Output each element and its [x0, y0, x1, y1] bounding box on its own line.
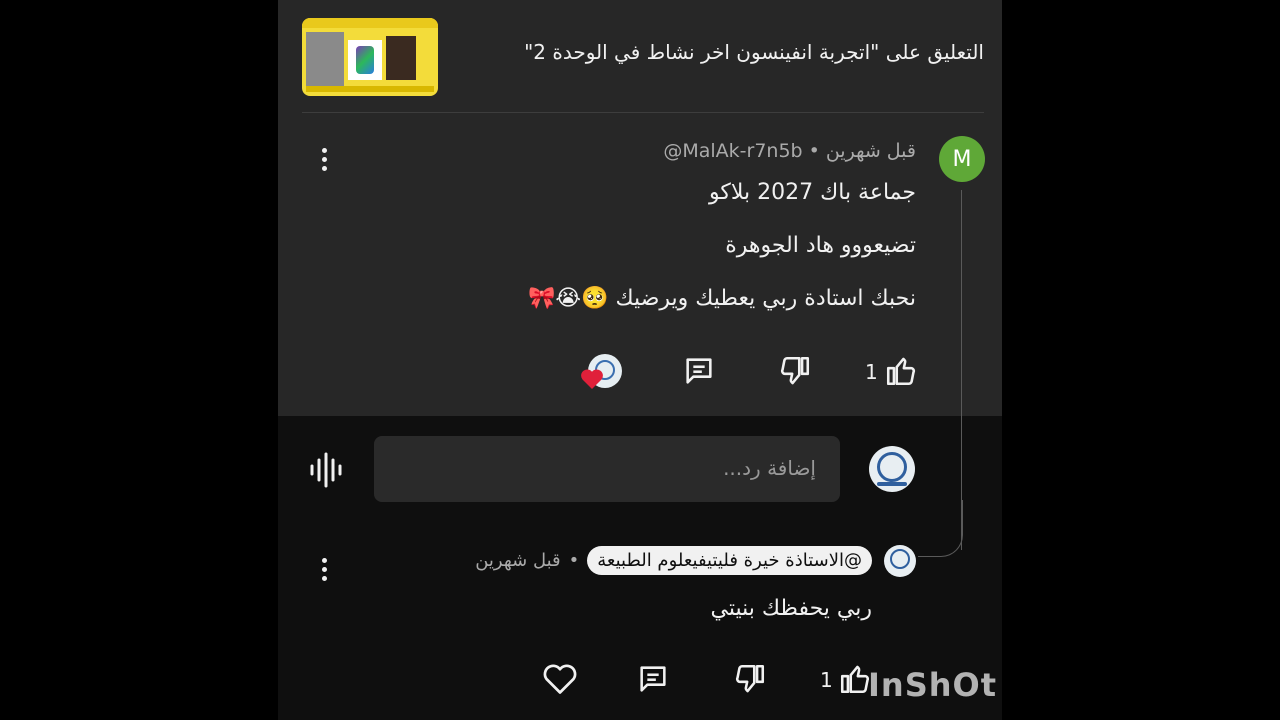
reply-input[interactable]: إضافة رد... [374, 436, 840, 502]
comment-text-line: تضيعووو هاد الجوهرة [725, 233, 916, 258]
reply-text: ربي يحفظك بنيتي [710, 596, 873, 621]
reply-like-icon[interactable] [838, 662, 872, 696]
comment-time: قبل شهرين [825, 140, 916, 162]
heart-outline-icon[interactable] [542, 662, 578, 696]
reply-placeholder: إضافة رد... [723, 456, 816, 480]
comment-meta: قبل شهرين•@MalAk-r7n5b [663, 140, 916, 162]
dislike-icon[interactable] [778, 354, 812, 388]
reply-author-avatar[interactable] [884, 545, 916, 577]
reply-reply-icon[interactable] [636, 662, 670, 696]
comment-text-line: جماعة باك 2027 بلاكو [709, 180, 916, 205]
comments-panel: التعليق على "اتجربة انفينسون اخر نشاط في… [278, 0, 1002, 720]
comment-more-options-icon[interactable] [312, 144, 336, 174]
comment-author-handle[interactable]: @MalAk-r7n5b [663, 140, 802, 162]
like-icon[interactable] [884, 354, 918, 388]
avatar-letter: M [952, 146, 972, 172]
reply-like-count: 1 [820, 668, 833, 692]
thread-connector [918, 500, 963, 557]
comments-header: التعليق على "اتجربة انفينسون اخر نشاط في… [278, 0, 1002, 112]
video-thumbnail[interactable] [302, 18, 438, 96]
reply-dislike-icon[interactable] [733, 662, 767, 696]
avatar[interactable]: M [939, 136, 985, 182]
comment-text-line: نحبك استادة ربي يعطيك ويرضيك 🥺😭🎀 [528, 286, 916, 311]
thread-line [961, 190, 962, 550]
reply-meta: @الاستاذة خيرة فليتيفيعلوم الطبيعة • قبل… [475, 546, 872, 575]
header-title: التعليق على "اتجربة انفينسون اخر نشاط في… [524, 40, 984, 64]
reply-author-handle[interactable]: @الاستاذة خيرة فليتيفيعلوم الطبيعة [587, 546, 872, 575]
voice-input-icon[interactable] [306, 450, 346, 490]
like-count: 1 [865, 360, 878, 384]
header-divider [302, 112, 984, 113]
inshot-watermark: InShOt [868, 666, 998, 704]
reply-icon[interactable] [682, 354, 716, 388]
reply-more-options-icon[interactable] [312, 554, 336, 584]
reply-time: قبل شهرين [475, 550, 561, 571]
current-user-avatar [869, 446, 915, 492]
heart-icon [581, 369, 603, 389]
